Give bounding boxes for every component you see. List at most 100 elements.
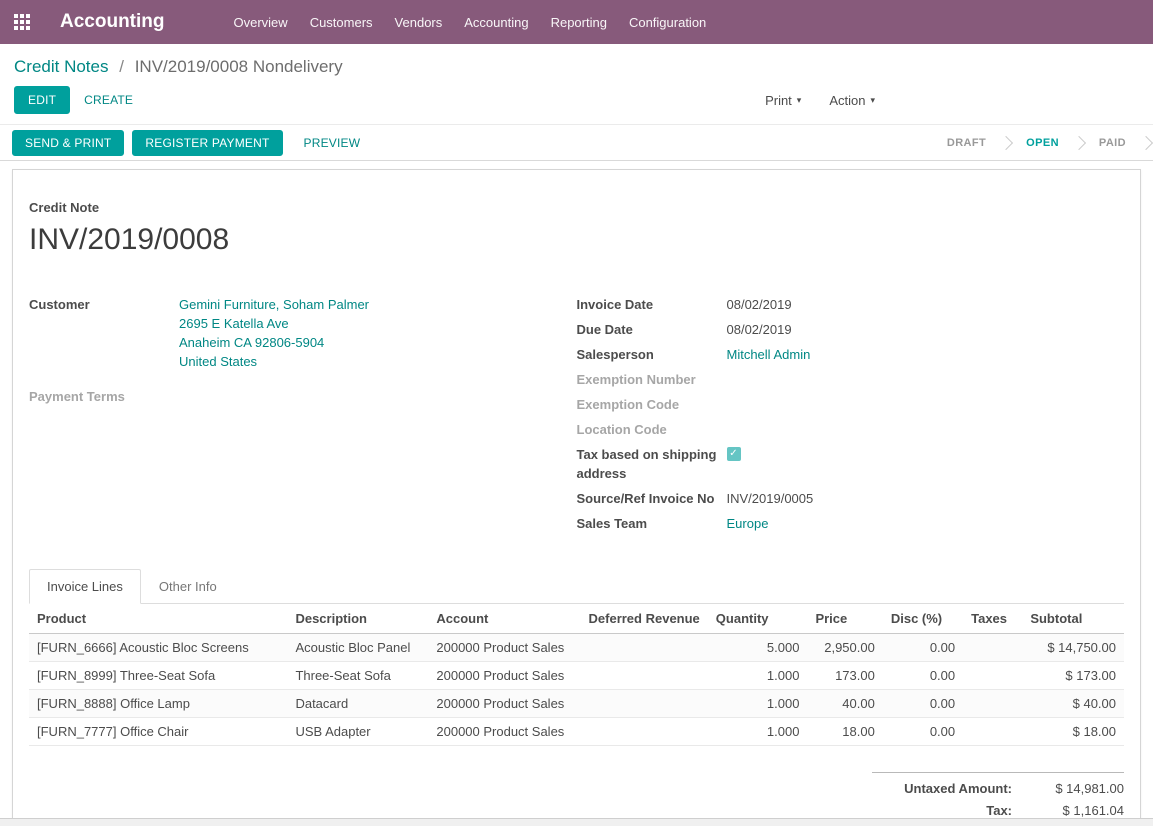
invoice-line-row[interactable]: [FURN_8999] Three-Seat Sofa Three-Seat S… (29, 662, 1124, 690)
apps-grid-icon[interactable] (14, 14, 30, 30)
cell-account: 200000 Product Sales (428, 634, 580, 662)
due-date-value: 08/02/2019 (727, 320, 792, 339)
cell-description: Three-Seat Sofa (287, 662, 428, 690)
statusbar: SEND & PRINT REGISTER PAYMENT PREVIEW DR… (0, 124, 1153, 161)
cell-disc: 0.00 (883, 718, 963, 746)
app-title[interactable]: Accounting (60, 11, 165, 33)
cell-subtotal: $ 40.00 (1022, 690, 1124, 718)
cell-price: 18.00 (807, 718, 882, 746)
tax-value: $ 1,161.04 (1012, 803, 1124, 818)
due-date-label: Due Date (577, 320, 727, 339)
cell-taxes (963, 634, 1022, 662)
menu-item-overview[interactable]: Overview (223, 0, 299, 44)
menu-item-vendors[interactable]: Vendors (384, 0, 454, 44)
status-pipeline: DRAFT OPEN PAID (932, 125, 1153, 160)
cell-price: 2,950.00 (807, 634, 882, 662)
status-paid[interactable]: PAID (1084, 137, 1141, 149)
col-price[interactable]: Price (807, 604, 882, 634)
field-tax-shipping: Tax based on shipping address ✓ (577, 445, 1105, 483)
invoice-line-row[interactable]: [FURN_7777] Office Chair USB Adapter 200… (29, 718, 1124, 746)
edit-button[interactable]: EDIT (14, 86, 70, 114)
untaxed-amount-row: Untaxed Amount: $ 14,981.00 (872, 781, 1124, 796)
cell-taxes (963, 718, 1022, 746)
col-account[interactable]: Account (428, 604, 580, 634)
col-product[interactable]: Product (29, 604, 287, 634)
salesperson-link[interactable]: Mitchell Admin (727, 345, 811, 364)
horizontal-scrollbar[interactable] (0, 818, 1153, 826)
customer-country-link[interactable]: United States (179, 352, 369, 371)
field-due-date: Due Date 08/02/2019 (577, 320, 1105, 339)
tax-shipping-checkbox[interactable]: ✓ (727, 447, 741, 461)
document-number: INV/2019/0008 (29, 223, 1124, 257)
credit-note-form: Credit Note INV/2019/0008 Customer Gemin… (12, 169, 1141, 826)
cell-quantity: 1.000 (708, 718, 808, 746)
breadcrumb-current: INV/2019/0008 Nondelivery (135, 57, 343, 76)
cell-description: USB Adapter (287, 718, 428, 746)
cell-description: Datacard (287, 690, 428, 718)
status-open[interactable]: OPEN (1011, 137, 1074, 149)
cell-taxes (963, 662, 1022, 690)
status-draft[interactable]: DRAFT (932, 137, 1001, 149)
cell-disc: 0.00 (883, 662, 963, 690)
menu-item-accounting[interactable]: Accounting (453, 0, 539, 44)
cell-account: 200000 Product Sales (428, 662, 580, 690)
cell-subtotal: $ 173.00 (1022, 662, 1124, 690)
field-source-invoice: Source/Ref Invoice No INV/2019/0005 (577, 489, 1105, 508)
customer-name-link[interactable]: Gemini Furniture, Soham Palmer (179, 295, 369, 314)
action-dropdown[interactable]: Action ▾ (829, 93, 875, 108)
cell-product: [FURN_6666] Acoustic Bloc Screens (29, 634, 287, 662)
form-left-column: Customer Gemini Furniture, Soham Palmer … (29, 295, 577, 539)
source-invoice-value: INV/2019/0005 (727, 489, 814, 508)
col-quantity[interactable]: Quantity (708, 604, 808, 634)
col-disc[interactable]: Disc (%) (883, 604, 963, 634)
table-header-row: Product Description Account Deferred Rev… (29, 604, 1124, 634)
customer-label: Customer (29, 295, 179, 314)
send-print-button[interactable]: SEND & PRINT (12, 130, 124, 156)
field-sales-team: Sales Team Europe (577, 514, 1105, 533)
sales-team-label: Sales Team (577, 514, 727, 533)
sales-team-link[interactable]: Europe (727, 514, 769, 533)
print-dropdown[interactable]: Print ▾ (765, 93, 801, 108)
col-subtotal[interactable]: Subtotal (1022, 604, 1124, 634)
tab-invoice-lines[interactable]: Invoice Lines (29, 569, 141, 604)
cell-taxes (963, 690, 1022, 718)
create-button[interactable]: CREATE (70, 86, 147, 114)
menu-item-configuration[interactable]: Configuration (618, 0, 717, 44)
notebook-tabs: Invoice Lines Other Info (29, 569, 1124, 604)
form-fields: Customer Gemini Furniture, Soham Palmer … (29, 295, 1124, 539)
cell-product: [FURN_8999] Three-Seat Sofa (29, 662, 287, 690)
cell-disc: 0.00 (883, 690, 963, 718)
menu-item-reporting[interactable]: Reporting (540, 0, 618, 44)
print-dropdown-label: Print (765, 93, 792, 108)
cell-account: 200000 Product Sales (428, 690, 580, 718)
tax-row: Tax: $ 1,161.04 (872, 803, 1124, 818)
col-taxes[interactable]: Taxes (963, 604, 1022, 634)
field-salesperson: Salesperson Mitchell Admin (577, 345, 1105, 364)
cell-price: 40.00 (807, 690, 882, 718)
invoice-line-row[interactable]: [FURN_6666] Acoustic Bloc Screens Acoust… (29, 634, 1124, 662)
field-exemption-code: Exemption Code (577, 395, 1105, 414)
preview-button[interactable]: PREVIEW (291, 130, 374, 156)
col-description[interactable]: Description (287, 604, 428, 634)
caret-down-icon: ▾ (797, 95, 802, 106)
field-invoice-date: Invoice Date 08/02/2019 (577, 295, 1105, 314)
tab-other-info[interactable]: Other Info (141, 569, 235, 604)
menu-item-customers[interactable]: Customers (299, 0, 384, 44)
cell-quantity: 5.000 (708, 634, 808, 662)
main-menu: Overview Customers Vendors Accounting Re… (223, 0, 718, 44)
breadcrumb-parent-link[interactable]: Credit Notes (14, 57, 108, 76)
cell-deferred-revenue (581, 662, 708, 690)
customer-street-link[interactable]: 2695 E Katella Ave (179, 314, 369, 333)
customer-address-block: Gemini Furniture, Soham Palmer 2695 E Ka… (179, 295, 369, 371)
tax-shipping-label: Tax based on shipping address (577, 445, 727, 483)
cell-product: [FURN_8888] Office Lamp (29, 690, 287, 718)
customer-city-link[interactable]: Anaheim CA 92806-5904 (179, 333, 369, 352)
cell-quantity: 1.000 (708, 662, 808, 690)
exemption-number-label: Exemption Number (577, 370, 727, 389)
invoice-line-row[interactable]: [FURN_8888] Office Lamp Datacard 200000 … (29, 690, 1124, 718)
cell-deferred-revenue (581, 634, 708, 662)
register-payment-button[interactable]: REGISTER PAYMENT (132, 130, 282, 156)
content-area: Credit Note INV/2019/0008 Customer Gemin… (0, 161, 1153, 826)
col-deferred-revenue[interactable]: Deferred Revenue (581, 604, 708, 634)
breadcrumb-separator: / (119, 57, 124, 76)
